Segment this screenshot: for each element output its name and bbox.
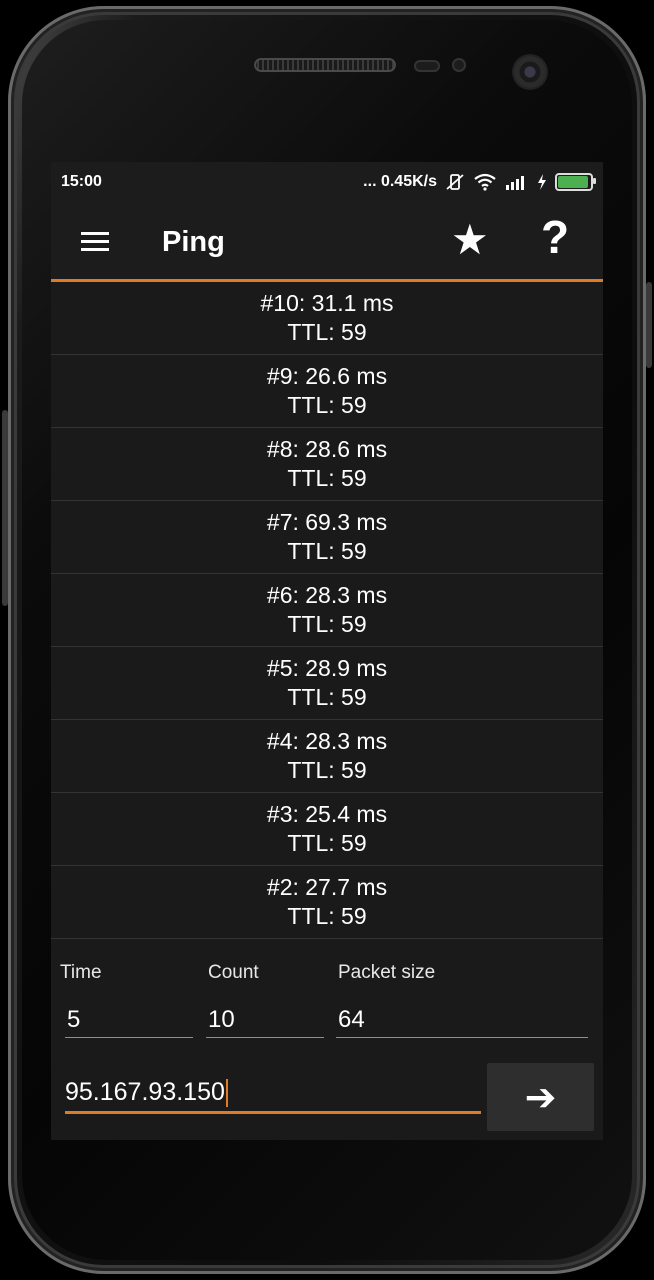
count-label: Count xyxy=(208,962,259,983)
packet-size-label: Packet size xyxy=(338,962,436,983)
packet-size-input[interactable]: 64 xyxy=(336,1002,588,1038)
help-icon[interactable]: ? xyxy=(541,214,569,260)
ping-ttl: TTL: 59 xyxy=(287,538,367,564)
battery-icon xyxy=(555,173,596,191)
ping-time: #9: 26.6 ms xyxy=(266,363,388,389)
ping-time: #4: 28.3 ms xyxy=(266,728,388,754)
list-item: #6: 28.3 ms TTL: 59 xyxy=(51,574,603,647)
ping-ttl: TTL: 59 xyxy=(287,392,367,418)
ping-ttl: TTL: 59 xyxy=(287,684,367,710)
list-item: #2: 27.7 ms TTL: 59 xyxy=(51,866,603,939)
battery-fill xyxy=(558,176,588,188)
app-screen: 15:00 ... 0.45K/s Ping ★ ? #10: 31.1 ms … xyxy=(51,162,603,1140)
ping-ttl: TTL: 59 xyxy=(287,611,367,637)
host-value: 95.167.93.150 xyxy=(65,1078,225,1106)
list-item: #10: 31.1 ms TTL: 59 xyxy=(51,282,603,355)
ping-ttl: TTL: 59 xyxy=(287,757,367,783)
ping-time: #3: 25.4 ms xyxy=(266,801,388,827)
signal-icon xyxy=(506,176,524,190)
charging-icon xyxy=(538,174,546,190)
list-item: #9: 26.6 ms TTL: 59 xyxy=(51,355,603,428)
status-icons: ... 0.45K/s xyxy=(363,173,596,191)
arrow-right-icon: ➔ xyxy=(524,1076,557,1119)
host-row: 95.167.93.150 ➔ xyxy=(51,1056,603,1140)
network-speed: ... 0.45K/s xyxy=(363,173,437,190)
ping-time: #5: 28.9 ms xyxy=(266,655,388,681)
light-sensor xyxy=(452,58,466,72)
proximity-sensor xyxy=(414,60,440,72)
ping-ttl: TTL: 59 xyxy=(287,830,367,856)
earpiece-speaker xyxy=(254,58,396,72)
status-time: 15:00 xyxy=(61,173,102,190)
list-item: #4: 28.3 ms TTL: 59 xyxy=(51,720,603,793)
host-input[interactable]: 95.167.93.150 xyxy=(65,1070,481,1114)
list-item: #8: 28.6 ms TTL: 59 xyxy=(51,428,603,501)
list-item: #7: 69.3 ms TTL: 59 xyxy=(51,501,603,574)
time-input[interactable]: 5 xyxy=(65,1002,193,1038)
start-ping-button[interactable]: ➔ xyxy=(487,1063,594,1131)
favorite-star-icon[interactable]: ★ xyxy=(451,219,489,261)
hamburger-menu-icon[interactable] xyxy=(81,232,109,252)
status-bar: 15:00 ... 0.45K/s xyxy=(51,162,603,202)
time-label: Time xyxy=(60,962,102,983)
ping-time: #10: 31.1 ms xyxy=(260,290,394,316)
front-camera xyxy=(514,56,546,88)
side-button-right xyxy=(646,282,652,368)
count-input[interactable]: 10 xyxy=(206,1002,324,1038)
ping-time: #6: 28.3 ms xyxy=(266,582,388,608)
ping-ttl: TTL: 59 xyxy=(287,319,367,345)
ping-time: #8: 28.6 ms xyxy=(266,436,388,462)
text-cursor xyxy=(225,1079,228,1108)
wifi-icon xyxy=(474,173,496,191)
ping-parameters: Time Count Packet size 5 10 64 xyxy=(51,946,603,1056)
ping-time: #2: 27.7 ms xyxy=(266,874,388,900)
side-button-left xyxy=(2,410,8,606)
ping-ttl: TTL: 59 xyxy=(287,465,367,491)
ping-results-list[interactable]: #10: 31.1 ms TTL: 59 #9: 26.6 ms TTL: 59… xyxy=(51,282,603,939)
ping-ttl: TTL: 59 xyxy=(287,903,367,929)
list-item: #5: 28.9 ms TTL: 59 xyxy=(51,647,603,720)
ping-time: #7: 69.3 ms xyxy=(266,509,388,535)
list-item: #3: 25.4 ms TTL: 59 xyxy=(51,793,603,866)
page-title: Ping xyxy=(162,226,225,258)
vibrate-off-icon xyxy=(446,174,464,190)
app-bar: Ping ★ ? xyxy=(51,202,603,282)
